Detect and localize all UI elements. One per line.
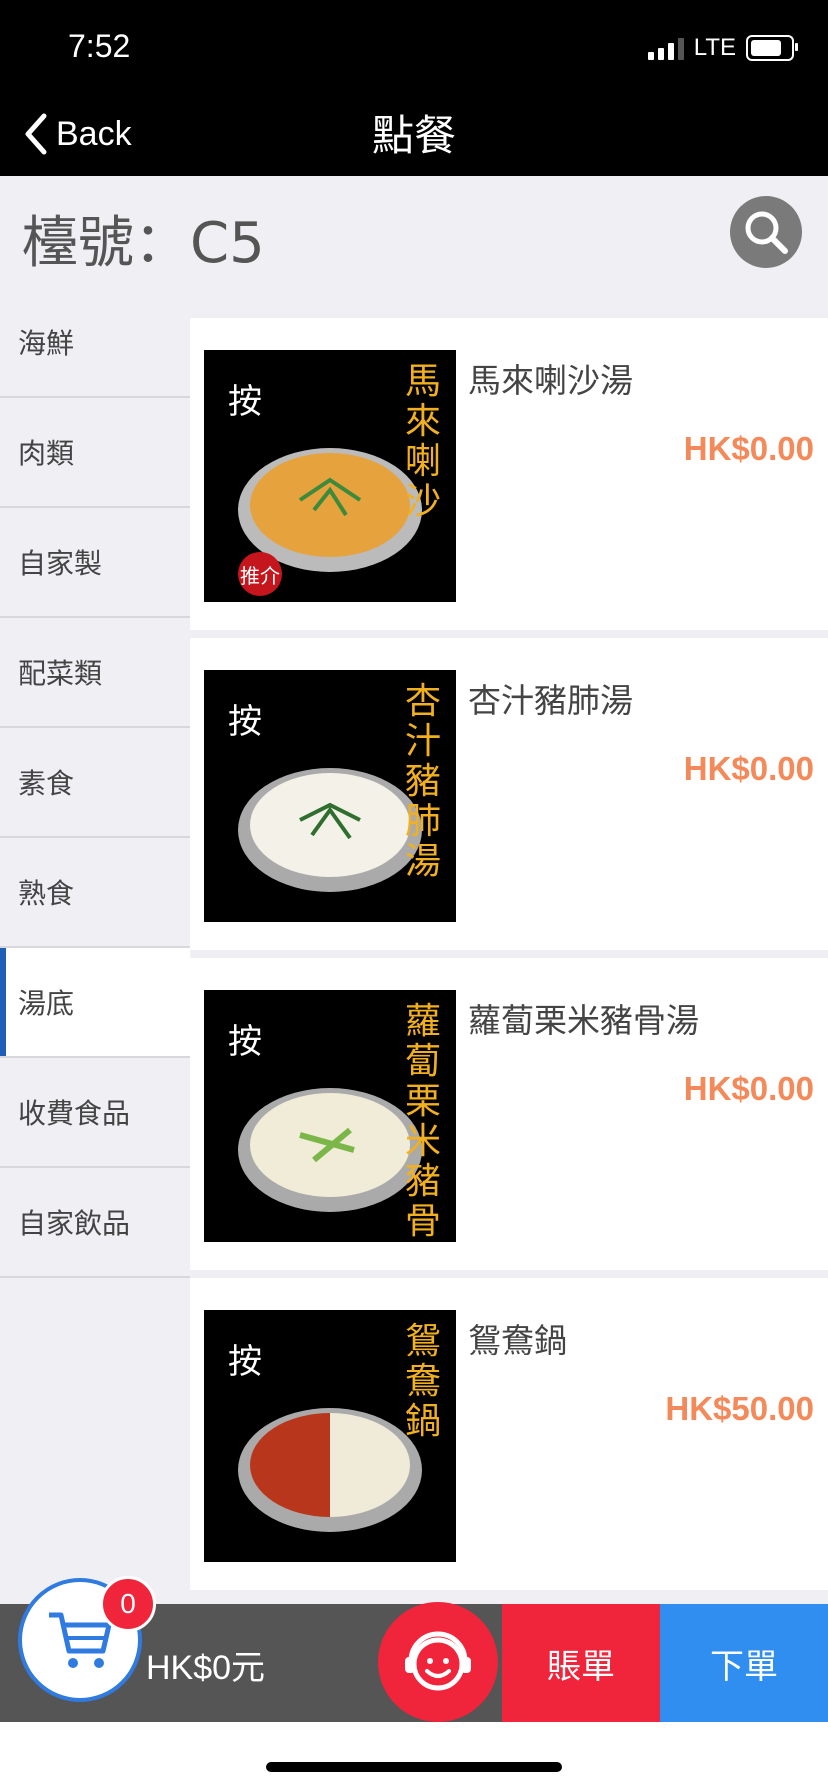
bill-button[interactable]: 賬單 (502, 1604, 660, 1722)
recommend-badge: 推介 (238, 552, 282, 596)
customer-service-button[interactable] (378, 1602, 498, 1722)
sidebar-item-drinks[interactable]: 自家飲品 (0, 1168, 190, 1278)
sidebar-item-soup-base[interactable]: 湯底 (0, 948, 190, 1058)
dish-image[interactable]: 按 杏汁豬肺湯 (204, 670, 456, 922)
category-sidebar: 海鮮 肉類 自家製 配菜類 素食 熟食 湯底 收費食品 自家飲品 (0, 288, 190, 1604)
home-indicator[interactable] (266, 1762, 562, 1772)
status-indicators: LTE (647, 34, 798, 62)
page-title: 點餐 (371, 111, 456, 160)
dish-title-calligraphy: 蘿蔔栗米豬骨湯 (404, 1001, 441, 1243)
item-price: HK$0.00 (683, 1070, 814, 1107)
dish-title-calligraphy: 鴛鴦鍋 (404, 1321, 441, 1442)
sidebar-item-side-dishes[interactable]: 配菜類 (0, 618, 190, 728)
sidebar-item-label: 素食 (18, 767, 75, 800)
menu-list: 按 馬來喇沙 推介 馬來喇沙湯 HK$0.00 按 杏汁豬肺湯 杏汁豬肺湯 HK… (190, 288, 828, 1604)
table-info-bar: 檯號：C5 (0, 176, 828, 288)
sidebar-item-label: 自家製 (18, 547, 103, 580)
sidebar-item-label: 海鮮 (18, 327, 75, 360)
item-name: 馬來喇沙湯 (468, 361, 633, 400)
sidebar-item-meat[interactable]: 肉類 (0, 398, 190, 508)
press-label: 按 (228, 1022, 262, 1062)
sidebar-item-homemade[interactable]: 自家製 (0, 508, 190, 618)
signal-icon (647, 36, 684, 60)
item-price: HK$0.00 (683, 750, 814, 787)
dish-title-calligraphy: 馬來喇沙 (404, 361, 441, 522)
dish-image[interactable]: 按 蘿蔔栗米豬骨湯 (204, 990, 456, 1242)
battery-icon (746, 35, 798, 61)
search-button[interactable] (730, 196, 802, 268)
sidebar-item-label: 配菜類 (18, 657, 103, 690)
sidebar-item-label: 湯底 (18, 987, 75, 1020)
item-price: HK$50.00 (665, 1390, 814, 1427)
sidebar-item-label: 收費食品 (18, 1097, 131, 1130)
cart-total: HK$0元 (146, 1649, 266, 1687)
item-name: 鴛鴦鍋 (468, 1321, 567, 1360)
menu-item[interactable]: 按 鴛鴦鍋 鴛鴦鍋 HK$50.00 (190, 1278, 828, 1590)
item-price: HK$0.00 (683, 430, 814, 467)
item-name: 蘿蔔栗米豬骨湯 (468, 1001, 699, 1040)
sidebar-item-label: 肉類 (18, 437, 75, 470)
press-label: 按 (228, 702, 262, 742)
navigation-bar: Back 點餐 (0, 92, 828, 176)
menu-item[interactable]: 按 杏汁豬肺湯 杏汁豬肺湯 HK$0.00 (190, 638, 828, 950)
dish-title-calligraphy: 杏汁豬肺湯 (404, 681, 441, 882)
status-time: 7:52 (68, 28, 131, 64)
network-label: LTE (693, 34, 736, 61)
sidebar-item-vegetarian[interactable]: 素食 (0, 728, 190, 838)
place-order-button[interactable]: 下單 (660, 1604, 828, 1722)
sidebar-item-cooked-food[interactable]: 熟食 (0, 838, 190, 948)
press-label: 按 (228, 382, 262, 422)
headset-icon (405, 1631, 471, 1691)
item-name: 杏汁豬肺湯 (468, 681, 633, 720)
sidebar-item-paid-items[interactable]: 收費食品 (0, 1058, 190, 1168)
menu-item[interactable]: 按 蘿蔔栗米豬骨湯 蘿蔔栗米豬骨湯 HK$0.00 (190, 958, 828, 1270)
press-label: 按 (228, 1342, 262, 1382)
menu-item[interactable]: 按 馬來喇沙 推介 馬來喇沙湯 HK$0.00 (190, 318, 828, 630)
sidebar-item-seafood[interactable]: 海鮮 (0, 288, 190, 398)
table-number: 檯號：C5 (22, 211, 265, 276)
dish-image[interactable]: 按 鴛鴦鍋 (204, 1310, 456, 1562)
status-bar: 7:52 LTE (0, 0, 828, 92)
dish-image[interactable]: 按 馬來喇沙 推介 (204, 350, 456, 602)
bottom-action-bar: 0 HK$0元 賬單 下單 (0, 1576, 828, 1722)
home-indicator-area (0, 1722, 828, 1792)
sidebar-item-label: 自家飲品 (18, 1207, 131, 1240)
sidebar-item-label: 熟食 (18, 877, 75, 910)
cart-count-badge: 0 (100, 1576, 156, 1632)
search-icon (745, 211, 788, 254)
